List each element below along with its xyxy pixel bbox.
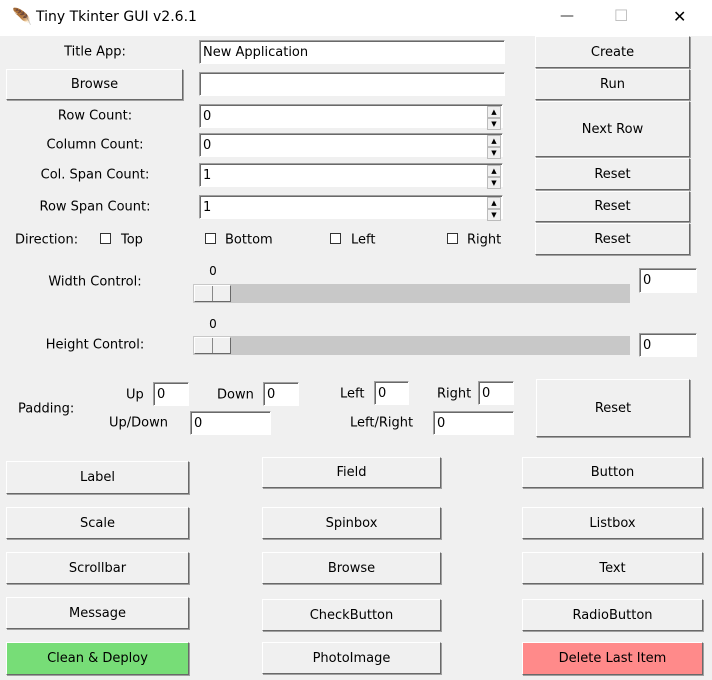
add-text-button[interactable]: Text	[522, 552, 703, 584]
row-span-spinbox[interactable]: 1 ▲ ▼	[199, 195, 503, 221]
height-scale-value: 0	[209, 317, 217, 331]
checkbox-bottom-label: Bottom	[225, 232, 273, 248]
column-count-label: Column Count:	[46, 137, 144, 153]
height-scale-handle[interactable]	[194, 337, 231, 354]
checkbox-right[interactable]	[447, 233, 458, 244]
col-span-spinbox[interactable]: 1 ▲ ▼	[199, 163, 503, 189]
row-count-label: Row Count:	[57, 108, 133, 124]
padding-updown-label: Up/Down	[109, 415, 168, 431]
add-field-button[interactable]: Field	[262, 457, 441, 488]
title-app-label: Title App:	[64, 44, 126, 60]
spin-arrows-icon[interactable]: ▲ ▼	[487, 197, 501, 221]
next-row-button[interactable]: Next Row	[535, 101, 690, 157]
width-input[interactable]: 0	[639, 268, 697, 293]
delete-last-item-button[interactable]: Delete Last Item	[522, 642, 703, 675]
padding-down-label: Down	[217, 387, 254, 403]
close-button[interactable]: ✕	[673, 7, 686, 26]
padding-up-input[interactable]: 0	[153, 382, 189, 406]
padding-down-input[interactable]: 0	[263, 382, 299, 406]
checkbox-left-label: Left	[351, 232, 376, 248]
add-photoimage-button[interactable]: PhotoImage	[262, 642, 441, 674]
maximize-button[interactable]: ☐	[614, 6, 628, 25]
spin-arrows-icon[interactable]: ▲ ▼	[487, 165, 501, 189]
title-bar: 🪶 Tiny Tkinter GUI v2.6.1 — ☐ ✕	[0, 0, 712, 36]
add-button-button[interactable]: Button	[522, 457, 703, 488]
row-span-label: Row Span Count:	[39, 199, 151, 215]
padding-leftright-input[interactable]: 0	[433, 411, 514, 435]
clean-deploy-button[interactable]: Clean & Deploy	[6, 642, 189, 675]
add-browse-button[interactable]: Browse	[262, 552, 441, 584]
padding-updown-input[interactable]: 0	[190, 411, 271, 435]
browse-path-input[interactable]	[199, 72, 505, 96]
add-label-button[interactable]: Label	[6, 461, 189, 494]
browse-button[interactable]: Browse	[6, 69, 183, 100]
checkbox-top[interactable]	[100, 233, 111, 244]
add-scale-button[interactable]: Scale	[6, 507, 189, 539]
padding-right-input[interactable]: 0	[478, 381, 514, 405]
feather-icon: 🪶	[12, 7, 32, 26]
column-count-value: 0	[203, 137, 212, 153]
width-scale-handle[interactable]	[194, 285, 231, 302]
padding-left-input[interactable]: 0	[374, 381, 409, 405]
row-count-value: 0	[203, 108, 212, 124]
checkbox-top-label: Top	[121, 232, 143, 248]
reset-padding-button[interactable]: Reset	[536, 379, 690, 437]
width-scale-value: 0	[209, 264, 217, 278]
col-span-value: 1	[203, 167, 212, 183]
padding-left-label: Left	[340, 386, 365, 402]
spin-arrows-icon[interactable]: ▲ ▼	[487, 106, 501, 130]
minimize-button[interactable]: —	[560, 8, 574, 24]
col-span-label: Col. Span Count:	[40, 167, 150, 183]
width-control-label: Width Control:	[48, 274, 142, 290]
height-input[interactable]: 0	[639, 333, 697, 357]
window-title: Tiny Tkinter GUI v2.6.1	[36, 9, 197, 25]
title-app-input[interactable]: New Application	[199, 40, 505, 64]
padding-up-label: Up	[126, 387, 144, 403]
add-checkbutton-button[interactable]: CheckButton	[262, 599, 441, 631]
column-count-spinbox[interactable]: 0 ▲ ▼	[199, 133, 503, 159]
add-radiobutton-button[interactable]: RadioButton	[522, 599, 703, 631]
checkbox-bottom[interactable]	[205, 233, 216, 244]
reset-row-span-button[interactable]: Reset	[535, 191, 690, 222]
padding-leftright-label: Left/Right	[350, 415, 414, 431]
width-scale[interactable]	[193, 284, 630, 303]
height-control-label: Height Control:	[45, 337, 145, 353]
padding-right-label: Right	[437, 386, 472, 402]
spin-arrows-icon[interactable]: ▲ ▼	[487, 135, 501, 159]
checkbox-right-label: Right	[467, 232, 502, 248]
row-count-spinbox[interactable]: 0 ▲ ▼	[199, 104, 503, 130]
add-scrollbar-button[interactable]: Scrollbar	[6, 552, 189, 584]
direction-label: Direction:	[15, 232, 79, 248]
padding-label: Padding:	[18, 401, 75, 417]
reset-col-span-button[interactable]: Reset	[535, 158, 690, 190]
reset-direction-button[interactable]: Reset	[535, 223, 690, 255]
row-span-value: 1	[203, 199, 212, 215]
run-button[interactable]: Run	[535, 69, 690, 100]
height-scale[interactable]	[193, 336, 630, 355]
add-listbox-button[interactable]: Listbox	[522, 507, 703, 539]
add-spinbox-button[interactable]: Spinbox	[262, 507, 441, 539]
add-message-button[interactable]: Message	[6, 597, 189, 629]
checkbox-left[interactable]	[330, 233, 341, 244]
create-button[interactable]: Create	[535, 36, 690, 68]
